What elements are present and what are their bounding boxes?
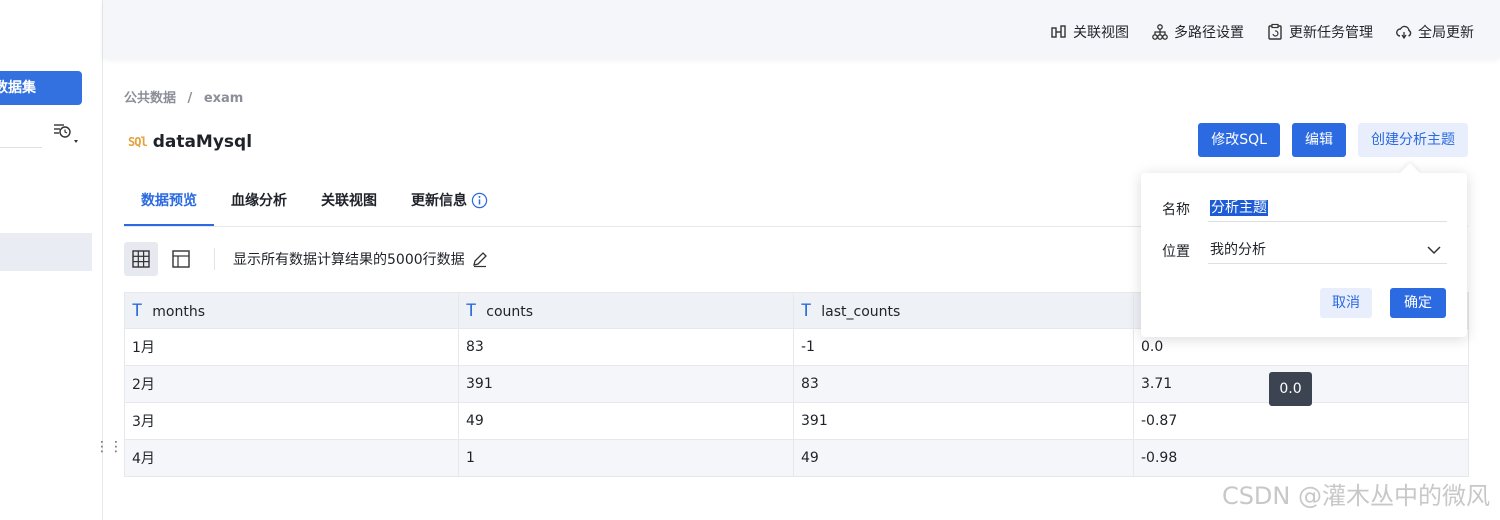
tab-update-info[interactable]: 更新信息 — [394, 184, 505, 225]
text-type-icon: T — [801, 300, 812, 321]
topic-name-value: 分析主题 — [1210, 200, 1268, 216]
column-label: months — [152, 303, 205, 320]
location-value: 我的分析 — [1210, 242, 1266, 258]
update-task-label: 更新任务管理 — [1289, 25, 1373, 41]
column-header-last-counts[interactable]: Tlast_counts — [793, 292, 1134, 329]
chevron-down-icon — [1427, 246, 1441, 255]
text-type-icon: T — [466, 300, 477, 321]
tab-label: 更新信息 — [411, 193, 467, 209]
table-row: 2月 391 83 3.71 — [124, 365, 1469, 403]
tab-data-preview[interactable]: 数据预览 — [124, 184, 214, 226]
info-icon[interactable] — [471, 192, 488, 209]
table-cell: 1 — [458, 439, 794, 477]
breadcrumb: 公共数据 / exam — [124, 87, 250, 106]
sidebar-search-input[interactable] — [0, 120, 42, 148]
sidebar-active-item[interactable] — [0, 233, 92, 271]
row-limit-text: 显示所有数据计算结果的5000行数据 — [233, 252, 465, 268]
table-cell: 49 — [458, 402, 794, 440]
table-cell: -0.98 — [1133, 439, 1469, 477]
column-label: counts — [486, 303, 534, 320]
relation-view-icon — [1051, 25, 1066, 38]
cancel-button[interactable]: 取消 — [1320, 288, 1372, 318]
breadcrumb-separator: / — [187, 91, 193, 106]
multipath-settings-label: 多路径设置 — [1174, 25, 1244, 41]
cloud-refresh-icon — [1396, 25, 1412, 40]
edit-pencil-icon[interactable] — [471, 250, 489, 268]
sql-icon: SQl — [128, 135, 148, 149]
location-label: 位置 — [1162, 244, 1190, 260]
grid-view-button[interactable] — [124, 242, 158, 276]
table-cell: 391 — [458, 365, 794, 403]
dataset-title-row: SQl dataMysql — [128, 132, 252, 152]
tab-lineage[interactable]: 血缘分析 — [214, 184, 304, 225]
edit-button[interactable]: 编辑 — [1292, 123, 1346, 157]
table-row: 3月 49 391 -0.87 — [124, 402, 1469, 440]
column-header-months[interactable]: Tmonths — [124, 292, 459, 329]
edit-sql-button[interactable]: 修改SQL — [1198, 123, 1280, 157]
column-header-counts[interactable]: Tcounts — [458, 292, 794, 329]
name-label: 名称 — [1162, 202, 1190, 218]
column-label: last_counts — [821, 303, 901, 320]
multipath-settings-button[interactable]: 多路径设置 — [1151, 22, 1244, 42]
layout-view-button[interactable] — [164, 242, 198, 276]
table-cell: 83 — [458, 328, 794, 366]
tab-label: 数据预览 — [141, 193, 197, 209]
task-clipboard-icon — [1268, 23, 1282, 40]
relation-view-button[interactable]: 关联视图 — [1050, 22, 1129, 42]
table-cell: 1月 — [124, 328, 459, 366]
breadcrumb-current: exam — [203, 91, 244, 106]
layout-icon — [172, 250, 190, 268]
location-select[interactable]: 我的分析 — [1208, 236, 1447, 264]
table-cell: 49 — [793, 439, 1134, 477]
sidebar-filter-button[interactable] — [52, 120, 80, 146]
table-cell: 2月 — [124, 365, 459, 403]
breadcrumb-root[interactable]: 公共数据 — [124, 91, 176, 106]
top-bar: 关联视图 多路径设置 更新任务管理 全局更新 — [103, 0, 1500, 58]
dataset-button[interactable]: 数据集 — [0, 71, 82, 105]
global-update-button[interactable]: 全局更新 — [1395, 22, 1474, 42]
toolbar-divider — [214, 248, 215, 270]
create-topic-popover: 名称 分析主题 位置 我的分析 取消 确定 — [1141, 173, 1467, 337]
relation-view-label: 关联视图 — [1073, 25, 1129, 41]
preview-toolbar: 显示所有数据计算结果的5000行数据 — [124, 242, 489, 276]
row-limit-note: 显示所有数据计算结果的5000行数据 — [233, 249, 489, 269]
table-cell: 83 — [793, 365, 1134, 403]
tab-relation-view[interactable]: 关联视图 — [304, 184, 394, 225]
table-cell: -0.87 — [1133, 402, 1469, 440]
confirm-button[interactable]: 确定 — [1390, 288, 1446, 318]
update-task-button[interactable]: 更新任务管理 — [1266, 22, 1373, 42]
table-cell: 391 — [793, 402, 1134, 440]
multipath-icon — [1152, 24, 1168, 40]
table-row: 4月 1 49 -0.98 — [124, 439, 1469, 477]
create-topic-button[interactable]: 创建分析主题 — [1358, 123, 1468, 157]
filter-clock-icon — [54, 124, 78, 143]
resize-handle[interactable]: ⋮⋮ — [95, 437, 123, 457]
global-update-label: 全局更新 — [1418, 25, 1474, 41]
grid-icon — [132, 250, 150, 268]
watermark: CSDN @灌木丛中的微风 — [1221, 482, 1490, 510]
sidebar: 数据集 — [0, 0, 103, 520]
dataset-actions: 修改SQL 编辑 创建分析主题 — [1198, 123, 1468, 157]
tab-label: 血缘分析 — [231, 193, 287, 209]
text-type-icon: T — [132, 300, 143, 321]
table-cell: 3月 — [124, 402, 459, 440]
cell-tooltip: 0.0 — [1269, 372, 1312, 406]
table-cell: 4月 — [124, 439, 459, 477]
table-cell: -1 — [793, 328, 1134, 366]
tab-label: 关联视图 — [321, 193, 377, 209]
page-title: dataMysql — [152, 132, 253, 152]
topic-name-input[interactable]: 分析主题 — [1208, 194, 1447, 222]
